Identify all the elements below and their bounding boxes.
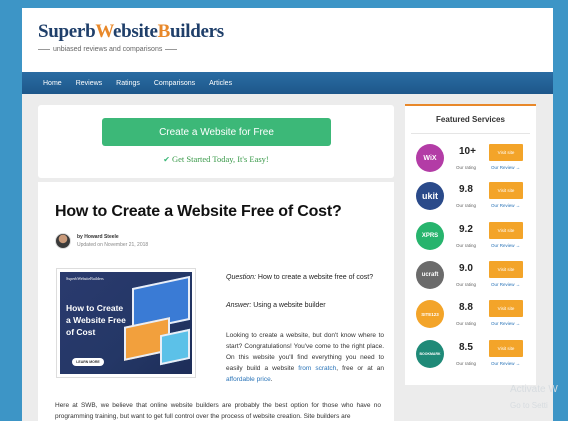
check-icon: ✔ (163, 155, 170, 164)
service-score: 9.8 (459, 184, 473, 195)
main-nav: Home Reviews Ratings Comparisons Article… (22, 72, 553, 94)
site123-logo-icon: SITE123 (416, 300, 444, 328)
our-review-link[interactable]: Our Review → (491, 243, 520, 248)
body-paragraph: Here at SWB, we believe that online webs… (55, 402, 381, 420)
answer: Answer: Using a website builder (226, 302, 326, 309)
ukit-logo-icon: ukit (416, 182, 444, 210)
nav-home[interactable]: Home (43, 80, 62, 87)
our-review-link[interactable]: Our Review → (491, 361, 520, 366)
featured-services: Featured Services WiX 10+ Our rating Vis… (405, 104, 536, 385)
bookmark-logo-icon: BOOKMARK (416, 340, 444, 368)
settings-watermark: Go to Setti (510, 401, 548, 410)
our-review-link[interactable]: Our Review → (491, 165, 520, 170)
nav-comparisons[interactable]: Comparisons (154, 80, 195, 87)
our-review-link[interactable]: Our Review → (491, 321, 520, 326)
service-score: 8.8 (459, 302, 473, 313)
tagline: unbiased reviews and comparisons (38, 46, 224, 53)
nav-ratings[interactable]: Ratings (116, 80, 140, 87)
thumb-learn-more: LEARN MORE (72, 358, 104, 366)
visit-site-button[interactable]: Visit site (489, 300, 523, 317)
nav-reviews[interactable]: Reviews (76, 80, 102, 87)
service-wix: WiX 10+ Our rating Visit site Our Review… (411, 140, 530, 178)
visit-site-button[interactable]: Visit site (489, 144, 523, 161)
avatar (55, 233, 71, 249)
service-score: 8.5 (459, 342, 473, 353)
nav-articles[interactable]: Articles (209, 80, 232, 87)
article-title: How to Create a Website Free of Cost? (55, 203, 342, 220)
divider (411, 133, 530, 134)
service-xprs: XPRS 9.2 Our rating Visit site Our Revie… (411, 218, 530, 256)
thumb-brand: SuperbWebsiteBuilders (66, 276, 104, 281)
article: How to Create a Website Free of Cost? by… (38, 182, 394, 421)
service-site123: SITE123 8.8 Our rating Visit site Our Re… (411, 296, 530, 334)
service-score: 9.2 (459, 224, 473, 235)
visit-site-button[interactable]: Visit site (489, 182, 523, 199)
service-rating-label: Our rating (456, 243, 477, 248)
visit-site-button[interactable]: Visit site (489, 222, 523, 239)
service-rating-label: Our rating (456, 282, 477, 287)
intro-paragraph: Looking to create a website, but don't k… (226, 332, 384, 383)
our-review-link[interactable]: Our Review → (491, 203, 520, 208)
our-review-link[interactable]: Our Review → (491, 282, 520, 287)
affordable-price-link[interactable]: affordable price (226, 376, 271, 383)
service-ucraft: ucraft 9.0 Our rating Visit site Our Rev… (411, 257, 530, 295)
service-ukit: ukit 9.8 Our rating Visit site Our Revie… (411, 178, 530, 216)
article-date: Updated on November 21, 2018 (77, 242, 149, 248)
xprs-logo-icon: XPRS (416, 222, 444, 250)
visit-site-button[interactable]: Visit site (489, 261, 523, 278)
service-rating-label: Our rating (456, 203, 477, 208)
wix-logo-icon: WiX (416, 144, 444, 172)
logo-text: SuperbWebsiteBuilders (38, 21, 224, 42)
activate-watermark: Activate W (510, 384, 558, 395)
featured-services-title: Featured Services (436, 115, 505, 124)
service-bookmark: BOOKMARK 8.5 Our rating Visit site Our R… (411, 336, 530, 374)
visit-site-button[interactable]: Visit site (489, 340, 523, 357)
site-logo[interactable]: SuperbWebsiteBuilders unbiased reviews a… (38, 22, 224, 53)
thumb-mockup (160, 328, 190, 366)
service-rating-label: Our rating (456, 361, 477, 366)
cta-subtitle: ✔ Get Started Today, It's Easy! (163, 154, 269, 164)
from-scratch-link[interactable]: from scratch (298, 365, 336, 372)
service-rating-label: Our rating (456, 165, 477, 170)
service-score: 9.0 (459, 263, 473, 274)
author-name: by Howard Steele (77, 234, 119, 240)
thumb-title: How to Create a Website Free of Cost (66, 303, 126, 337)
cta-box: Create a Website for Free ✔ Get Started T… (38, 105, 394, 178)
author-info: by Howard Steele Updated on November 21,… (55, 233, 148, 249)
question: Question: How to create a website free o… (226, 274, 374, 281)
ucraft-logo-icon: ucraft (416, 261, 444, 289)
create-website-button[interactable]: Create a Website for Free (102, 118, 331, 146)
article-thumbnail: SuperbWebsiteBuilders How to Create a We… (56, 268, 196, 378)
service-rating-label: Our rating (456, 321, 477, 326)
service-score: 10+ (459, 146, 476, 157)
